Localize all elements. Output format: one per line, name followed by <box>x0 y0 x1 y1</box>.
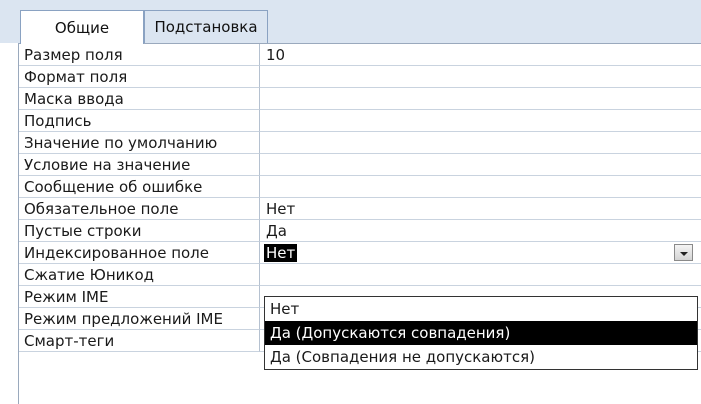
property-row-caption[interactable]: Подпись <box>19 110 701 132</box>
tab-lookup[interactable]: Подстановка <box>144 10 268 43</box>
property-row-validation-rule[interactable]: Условие на значение <box>19 154 701 176</box>
property-label: Режим IME <box>19 286 260 308</box>
property-row-unicode-compression[interactable]: Сжатие Юникод <box>19 264 701 286</box>
indexed-dropdown-list: Нет Да (Допускаются совпадения) Да (Совп… <box>264 296 698 370</box>
property-value[interactable] <box>260 132 701 154</box>
dropdown-button[interactable] <box>674 244 693 261</box>
property-row-default-value[interactable]: Значение по умолчанию <box>19 132 701 154</box>
property-row-allow-empty[interactable]: Пустые строки Да <box>19 220 701 242</box>
property-label: Подпись <box>19 110 260 132</box>
tab-strip: Общие Подстановка <box>0 0 701 44</box>
property-value[interactable] <box>260 88 701 110</box>
property-label: Размер поля <box>19 44 260 66</box>
indexed-combo-value: Нет <box>264 244 298 262</box>
property-row-indexed[interactable]: Индексированное поле Нет <box>19 242 701 264</box>
property-row-validation-text[interactable]: Сообщение об ошибке <box>19 176 701 198</box>
property-label: Значение по умолчанию <box>19 132 260 154</box>
property-value[interactable] <box>260 66 701 88</box>
property-label: Пустые строки <box>19 220 260 242</box>
property-value[interactable] <box>260 176 701 198</box>
property-label: Сжатие Юникод <box>19 264 260 286</box>
property-value[interactable] <box>260 110 701 132</box>
property-label: Условие на значение <box>19 154 260 176</box>
property-row-required[interactable]: Обязательное поле Нет <box>19 198 701 220</box>
dropdown-option-no[interactable]: Нет <box>265 297 697 321</box>
property-value[interactable] <box>260 264 701 286</box>
property-row-format[interactable]: Формат поля <box>19 66 701 88</box>
property-label: Обязательное поле <box>19 198 260 220</box>
tab-lookup-label: Подстановка <box>154 18 258 36</box>
property-label: Режим предложений IME <box>19 308 260 330</box>
property-value[interactable]: Нет <box>260 198 701 220</box>
tab-general-label: Общие <box>54 18 110 37</box>
chevron-down-icon <box>680 252 688 256</box>
property-row-field-size[interactable]: Размер поля 10 <box>19 44 701 66</box>
property-row-input-mask[interactable]: Маска ввода <box>19 88 701 110</box>
property-label: Формат поля <box>19 66 260 88</box>
property-value[interactable]: 10 <box>260 44 701 66</box>
property-value[interactable]: Да <box>260 220 701 242</box>
property-label: Смарт-теги <box>19 330 260 352</box>
property-label: Индексированное поле <box>19 242 260 264</box>
indexed-combo[interactable]: Нет <box>260 242 701 264</box>
property-label: Сообщение об ошибке <box>19 176 260 198</box>
dropdown-option-yes-duplicates-ok[interactable]: Да (Допускаются совпадения) <box>265 321 697 345</box>
dropdown-option-yes-no-duplicates[interactable]: Да (Совпадения не допускаются) <box>265 345 697 369</box>
tab-general[interactable]: Общие <box>20 10 144 44</box>
property-label: Маска ввода <box>19 88 260 110</box>
property-value[interactable] <box>260 154 701 176</box>
